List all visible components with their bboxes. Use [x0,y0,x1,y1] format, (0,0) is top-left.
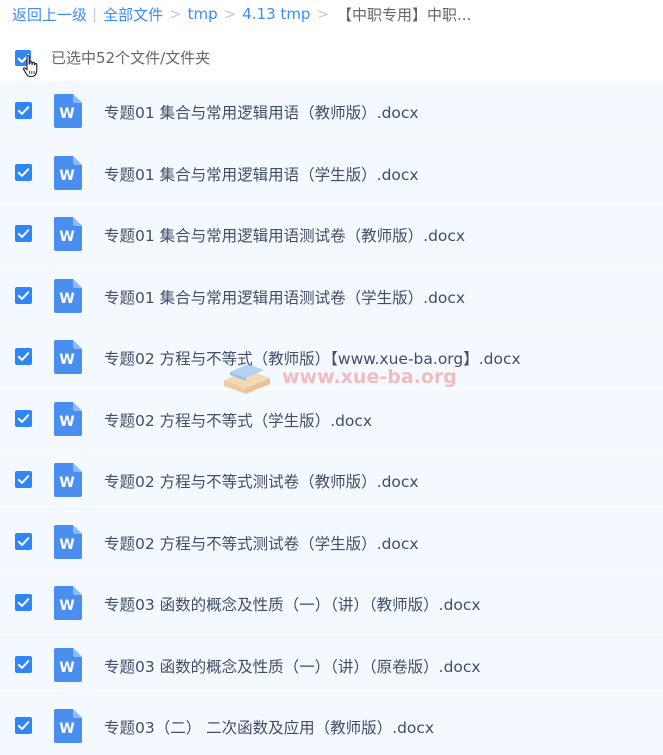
breadcrumb: 返回上一级 | 全部文件 > tmp > 4.13 tmp > 【中职专用】中职… [12,3,471,25]
checkmark-icon [17,54,30,63]
file-name[interactable]: 专题03（二） 二次函数及应用（教师版）.docx [104,716,434,738]
word-doc-icon: W [54,586,82,620]
file-row[interactable]: W 专题02 方程与不等式测试卷（教师版）.docx [0,450,663,512]
file-name[interactable]: 专题01 集合与常用逻辑用语（学生版）.docx [104,163,419,185]
file-row[interactable]: W 专题01 集合与常用逻辑用语（教师版）.docx [0,81,663,143]
checkmark-icon [17,352,30,361]
word-doc-icon: W [54,401,82,436]
breadcrumb-folder-4-13-tmp[interactable]: 4.13 tmp [242,5,310,23]
chevron-right-icon: > [169,5,182,23]
checkmark-icon [17,167,30,177]
word-doc-icon: W [54,278,82,313]
file-row[interactable]: W 专题01 集合与常用逻辑用语测试卷（学生版）.docx [0,265,663,327]
file-list: W 专题01 集合与常用逻辑用语（教师版）.docx W 专题01 集合与常用逻… [0,81,663,755]
chevron-right-icon: > [316,5,330,23]
word-doc-icon: W [54,463,82,497]
file-name[interactable]: 专题03 函数的概念及性质（一）（讲）（原卷版）.docx [104,655,481,677]
file-name[interactable]: 专题01 集合与常用逻辑用语测试卷（学生版）.docx [104,286,465,308]
file-checkbox[interactable] [15,286,32,304]
checkmark-icon [17,106,30,115]
selection-bar: 已选中52个文件/文件夹 [0,41,663,78]
breadcrumb-all-files[interactable]: 全部文件 [103,4,163,25]
file-checkbox[interactable] [15,717,32,734]
svg-text:W: W [59,537,74,553]
file-checkbox[interactable] [15,594,32,611]
checkmark-icon [17,229,30,238]
checkmark-icon [17,721,30,730]
svg-text:W: W [59,660,74,676]
word-doc-icon: W [54,155,82,190]
file-row[interactable]: W 专题02 方程与不等式（学生版）.docx [0,388,663,450]
file-name[interactable]: 专题02 方程与不等式测试卷（学生版）.docx [104,532,419,554]
file-checkbox[interactable] [15,163,32,181]
word-doc-icon: W [54,709,82,743]
svg-text:W: W [59,106,74,122]
file-row[interactable]: W 专题01 集合与常用逻辑用语（学生版）.docx [0,142,663,204]
file-row[interactable]: W 专题03（二） 二次函数及应用（教师版）.docx [0,696,663,755]
file-row[interactable]: W 专题03 函数的概念及性质（一）（讲）（教师版）.docx [0,573,663,635]
file-row[interactable]: W 专题03 函数的概念及性质（一）（讲）（原卷版）.docx [0,634,663,696]
file-checkbox[interactable] [15,532,32,550]
file-checkbox[interactable] [15,655,32,673]
file-name[interactable]: 专题02 方程与不等式（学生版）.docx [104,409,372,431]
file-name[interactable]: 专题03 函数的概念及性质（一）（讲）（教师版）.docx [104,593,481,615]
file-name[interactable]: 专题02 方程与不等式（教师版）【www.xue-ba.org】.docx [104,347,521,369]
file-checkbox[interactable] [15,409,32,427]
checkmark-icon [17,413,30,423]
word-doc-icon: W [54,94,82,128]
file-row[interactable]: W 专题01 集合与常用逻辑用语测试卷（教师版）.docx [0,204,663,266]
file-manager-page: 返回上一级 | 全部文件 > tmp > 4.13 tmp > 【中职专用】中职… [0,0,663,755]
checkmark-icon [17,536,30,546]
svg-text:W: W [59,291,74,307]
file-checkbox[interactable] [15,225,32,242]
file-checkbox[interactable] [15,471,32,488]
checkmark-icon [17,659,30,669]
back-link[interactable]: 返回上一级 [12,4,87,25]
checkmark-icon [17,475,30,484]
svg-text:W: W [59,229,74,245]
word-doc-icon: W [54,217,82,251]
word-doc-icon: W [54,647,82,682]
breadcrumb-folder-tmp[interactable]: tmp [188,5,218,23]
svg-text:W: W [59,352,74,368]
select-all-checkbox[interactable] [15,50,31,66]
file-row[interactable]: W 专题02 方程与不等式（教师版）【www.xue-ba.org】.docx [0,327,663,389]
svg-text:W: W [59,598,74,614]
file-row[interactable]: W 专题02 方程与不等式测试卷（学生版）.docx [0,511,663,573]
file-name[interactable]: 专题01 集合与常用逻辑用语测试卷（教师版）.docx [104,224,465,246]
chevron-right-icon: > [223,5,237,23]
svg-text:W: W [59,721,74,737]
checkmark-icon [17,290,30,300]
svg-text:W: W [59,475,74,491]
selection-count-label: 已选中52个文件/文件夹 [51,49,211,67]
word-doc-icon: W [54,340,82,374]
svg-text:W: W [59,414,74,430]
checkmark-icon [17,598,30,607]
file-checkbox[interactable] [15,102,32,119]
svg-text:W: W [59,168,74,184]
breadcrumb-divider: | [92,5,98,23]
file-name[interactable]: 专题02 方程与不等式测试卷（教师版）.docx [104,470,419,492]
breadcrumb-current-folder: 【中职专用】中职... [337,5,472,24]
file-checkbox[interactable] [15,348,32,365]
word-doc-icon: W [54,524,82,559]
file-name[interactable]: 专题01 集合与常用逻辑用语（教师版）.docx [104,101,419,123]
